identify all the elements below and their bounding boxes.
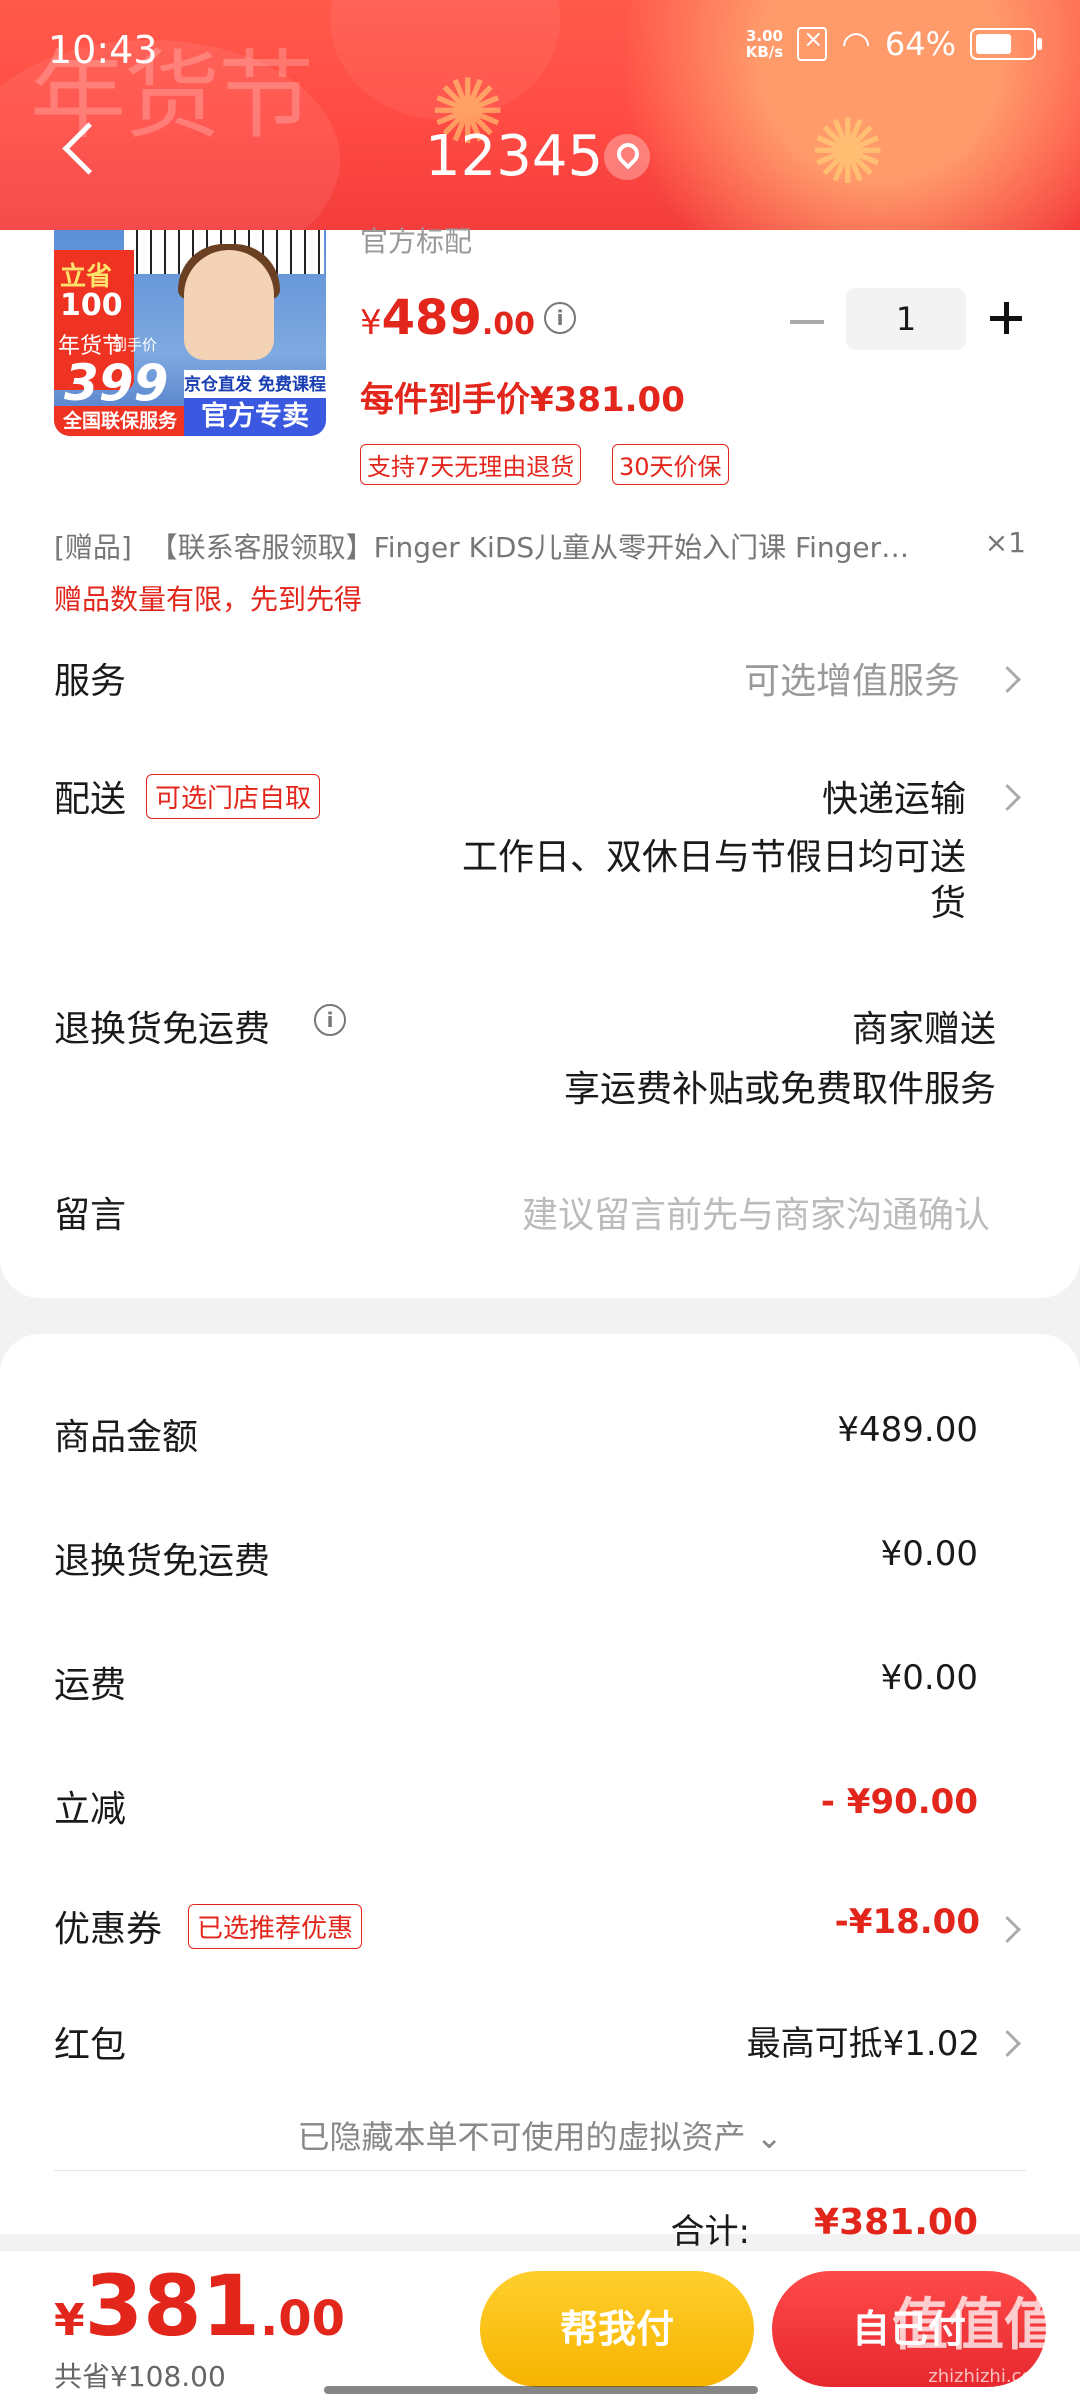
coupon-value[interactable]: -¥18.00: [835, 1902, 980, 1942]
service-value[interactable]: 可选增值服务: [744, 652, 960, 704]
return-fee-value: ¥0.00: [880, 1534, 978, 1574]
coupon-label: 优惠券: [54, 1909, 163, 1950]
return-label: 退换货免运费: [54, 1009, 271, 1050]
home-indicator[interactable]: [324, 2386, 758, 2394]
store-pickup-tag[interactable]: 可选门店自取: [146, 774, 321, 819]
image-figure: [184, 250, 274, 360]
delivery-label: 配送: [54, 779, 127, 820]
chevron-down-icon: ⌄: [755, 2118, 783, 2156]
battery-icon: [970, 28, 1042, 60]
quantity-input[interactable]: 1: [846, 288, 966, 350]
price-summary-card: 商品金额 ¥489.00 退换货免运费 ¥0.00 运费 ¥0.00 立减 - …: [0, 1334, 1080, 2252]
pay-amount: ¥381.00: [54, 2257, 345, 2355]
total-value: ¥381.00: [814, 2202, 978, 2243]
return-value: 商家赠送: [851, 1009, 996, 1050]
price-info-icon[interactable]: i: [544, 302, 576, 334]
badge-text: 到手价: [112, 336, 158, 354]
product-spec: 官方标配: [360, 225, 473, 258]
discount-value: - ¥90.00: [820, 1782, 978, 1822]
product-price: ¥489.00: [360, 290, 535, 346]
return-info-icon[interactable]: i: [314, 1004, 346, 1036]
order-item-card: 立省 100 年货节 到手价 399 全国联保服务 京仓直发 免费课程 官方专卖…: [0, 225, 1080, 1298]
no-sim-icon: [797, 25, 828, 61]
delivery-value[interactable]: 快递运输: [822, 770, 966, 822]
delivery-detail: 货: [929, 883, 966, 924]
badge-jd: 京仓直发 免费课程: [184, 370, 326, 400]
hand-price: 每件到手价¥381.00: [360, 380, 685, 420]
quantity-decrease-button[interactable]: [790, 320, 824, 324]
total-label: 合计:: [670, 2212, 750, 2252]
quantity-increase-button[interactable]: [990, 300, 1022, 336]
wifi-icon: ◠: [841, 24, 871, 64]
shipping-label: 运费: [54, 1665, 127, 1706]
back-button[interactable]: [60, 120, 100, 180]
badge-official: 官方专卖: [184, 398, 326, 436]
gift-item: [赠品] 【联系客服领取】Finger KiDS儿童从零开始入门课 Finger…: [54, 531, 910, 564]
network-speed: 3.00 KB/s: [745, 27, 784, 61]
status-icons: 3.00KB/s ◠ 64%: [745, 24, 1042, 64]
tag-price-protect: 30天价保: [612, 444, 729, 485]
redpacket-label: 红包: [54, 2025, 127, 2066]
saved-amount: 共省¥108.00: [54, 2360, 226, 2393]
tag-return-policy: 支持7天无理由退货: [360, 444, 582, 485]
header: 年货节 ✺ ✺ 10:43 3.00KB/s ◠ 64% 12345: [0, 0, 1080, 230]
site-watermark: 值值值: [892, 2292, 1060, 2358]
gift-quantity: ×1: [984, 526, 1026, 559]
goods-amount-value: ¥489.00: [837, 1410, 978, 1450]
return-fee-label: 退换货免运费: [54, 1541, 271, 1582]
chevron-right-icon[interactable]: [994, 666, 1021, 693]
site-watermark-url: zhizhizhi.com: [928, 2366, 1050, 2387]
checkout-bar: ¥381.00 共省¥108.00 帮我付 自己付 值值值 zhizhizhi.…: [0, 2250, 1080, 2401]
return-detail: 享运费补贴或免费取件服务: [563, 1069, 996, 1110]
delivery-detail: 工作日、双休日与节假日均可送: [461, 837, 966, 878]
location-icon[interactable]: [604, 134, 650, 180]
chevron-right-icon[interactable]: [994, 2030, 1021, 2057]
hidden-assets-toggle[interactable]: 已隐藏本单不可使用的虚拟资产 ⌄: [0, 2112, 1080, 2158]
service-label: 服务: [54, 661, 127, 702]
goods-amount-label: 商品金额: [54, 1417, 199, 1458]
firework-icon: ✺: [810, 100, 886, 205]
gift-note: 赠品数量有限，先到先得: [54, 583, 363, 616]
chevron-right-icon[interactable]: [994, 1916, 1021, 1943]
divider: [54, 2170, 1026, 2171]
shipping-value: ¥0.00: [880, 1658, 978, 1698]
coupon-tag: 已选推荐优惠: [188, 1904, 363, 1949]
discount-label: 立减: [54, 1789, 127, 1830]
status-time: 10:43: [48, 28, 158, 72]
badge-service: 全国联保服务: [54, 406, 186, 436]
chevron-right-icon[interactable]: [994, 784, 1021, 811]
badge-text: 100: [60, 288, 123, 323]
battery-percent: 64%: [884, 25, 956, 63]
message-input[interactable]: 建议留言前先与商家沟通确认: [522, 1186, 990, 1238]
redpacket-value[interactable]: 最高可抵¥1.02: [747, 2016, 980, 2065]
product-image[interactable]: 立省 100 年货节 到手价 399 全国联保服务 京仓直发 免费课程 官方专卖: [54, 230, 326, 436]
page-title: 12345: [425, 124, 604, 189]
help-me-pay-button[interactable]: 帮我付: [480, 2271, 754, 2387]
message-label: 留言: [54, 1195, 127, 1236]
badge-price: 399: [64, 354, 169, 412]
